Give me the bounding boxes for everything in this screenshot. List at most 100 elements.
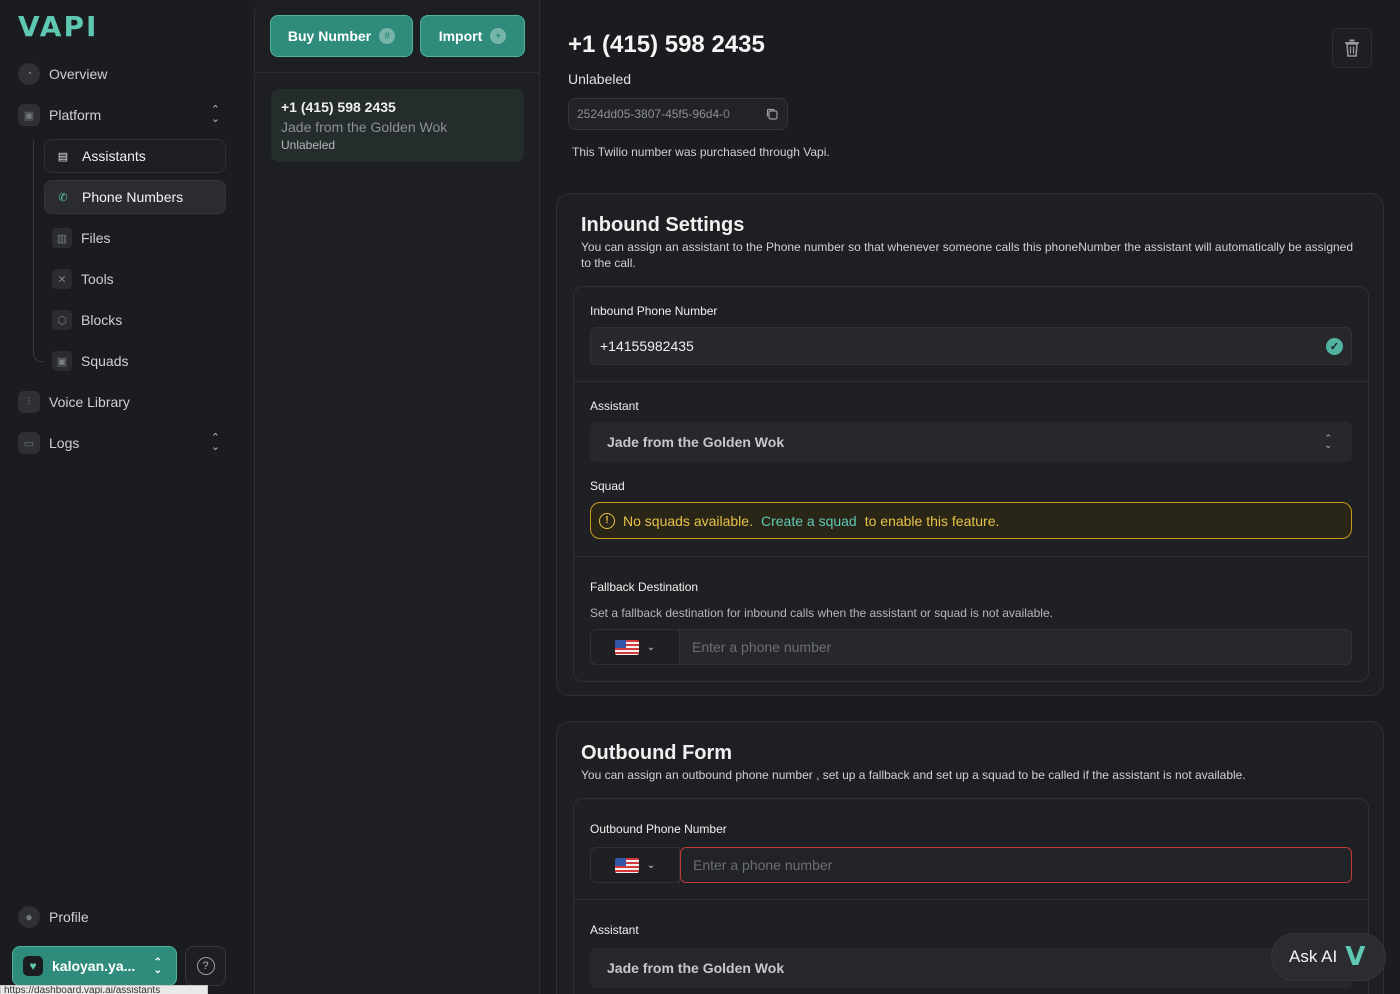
question-icon: ? xyxy=(196,957,215,975)
inbox-icon: ▭ xyxy=(18,432,40,454)
sidebar-item-label: Assistants xyxy=(82,148,146,164)
sidebar-item-label: Squads xyxy=(81,353,129,369)
card-assistant: Jade from the Golden Wok xyxy=(281,119,448,135)
outbound-description: You can assign an outbound phone number … xyxy=(581,768,1246,782)
warning-text-pre: No squads available. xyxy=(623,512,753,529)
nav-overview[interactable]: ◔ Overview xyxy=(18,59,228,89)
divider xyxy=(574,556,1368,557)
org-switcher-button[interactable]: ♥ kaloyan.ya... ⌃ ⌄ xyxy=(12,946,177,986)
outbound-phone-label: Outbound Phone Number xyxy=(590,822,727,836)
create-squad-link[interactable]: Create a squad xyxy=(761,513,857,529)
outbound-assistant-label: Assistant xyxy=(590,923,639,937)
outbound-phone-input: ⌄ Enter a phone number xyxy=(590,847,1352,883)
sidebar-item-tools[interactable]: ✕ Tools xyxy=(44,262,226,296)
profile-label: Profile xyxy=(49,909,89,925)
phone-icon: ✆ xyxy=(58,191,68,204)
chevron-up-down-icon: ⌃ ⌄ xyxy=(210,432,220,453)
id-fade xyxy=(719,99,759,129)
country-code-select[interactable]: ⌄ xyxy=(590,847,680,883)
ask-ai-button[interactable]: Ask AI V xyxy=(1271,933,1386,981)
phone-id: 2524dd05-3807-45f5-96d4-0 xyxy=(577,107,730,121)
sidebar-item-blocks[interactable]: ⬡ Blocks xyxy=(44,303,226,337)
number-label[interactable]: Unlabeled xyxy=(568,71,631,87)
trash-icon xyxy=(1345,39,1359,57)
app-root: VAPI ◔ Overview ▣ Platform ⌃ ⌄ ▤ Assistan… xyxy=(0,0,1400,994)
waveform-icon: ⫶ xyxy=(18,391,40,413)
divider xyxy=(574,899,1368,900)
phone-number-card[interactable]: +1 (415) 598 2435 Jade from the Golden W… xyxy=(271,89,524,162)
buy-number-button[interactable]: Buy Number # xyxy=(270,15,413,57)
tree-connector xyxy=(33,140,43,362)
sidebar-item-squads[interactable]: ▣ Squads xyxy=(44,344,226,378)
nav-logs[interactable]: ▭ Logs ⌃ ⌄ xyxy=(18,428,228,458)
cube-icon: ⬡ xyxy=(52,310,72,330)
chevron-up-down-icon: ⌃ ⌄ xyxy=(1324,433,1332,450)
user-icon: ● xyxy=(18,906,40,928)
inbound-assistant-select[interactable]: Jade from the Golden Wok ⌃ ⌄ xyxy=(590,422,1352,462)
fallback-number-field[interactable]: Enter a phone number xyxy=(680,629,1352,665)
squad-icon: ▣ xyxy=(52,351,72,371)
inbound-form: Inbound Phone Number +14155982435 ✓ Assi… xyxy=(573,286,1369,682)
help-button[interactable]: ? xyxy=(185,946,226,986)
vapi-logo[interactable]: VAPI xyxy=(18,10,98,43)
file-icon: ▥ xyxy=(52,228,72,248)
ask-ai-label: Ask AI xyxy=(1289,947,1338,966)
cpu-icon: ▣ xyxy=(18,104,40,126)
chevron-up-down-icon: ⌃ ⌄ xyxy=(153,957,162,976)
nav-voice-library-label: Voice Library xyxy=(49,394,130,410)
vapi-heart-icon: ♥ xyxy=(23,956,43,976)
chart-pie-icon: ◔ xyxy=(18,63,40,85)
delete-button[interactable] xyxy=(1332,28,1372,68)
sidebar: VAPI ◔ Overview ▣ Platform ⌃ ⌄ ▤ Assistan… xyxy=(0,0,254,994)
sidebar-item-label: Files xyxy=(81,230,111,246)
chevron-up-down-icon: ⌃ ⌄ xyxy=(210,104,220,125)
copy-icon[interactable] xyxy=(765,107,779,121)
import-button[interactable]: Import + xyxy=(420,15,525,57)
chevron-down-icon: ⌄ xyxy=(646,859,656,871)
nav-voice-library[interactable]: ⫶ Voice Library xyxy=(18,387,228,417)
outbound-number-field[interactable]: Enter a phone number xyxy=(680,847,1352,883)
country-code-select[interactable]: ⌄ xyxy=(590,629,680,665)
sidebar-item-assistants[interactable]: ▤ Assistants xyxy=(44,139,226,173)
check-circle-icon: ✓ xyxy=(1326,338,1343,355)
us-flag-icon xyxy=(614,857,639,873)
sidebar-item-label: Tools xyxy=(81,271,114,287)
outbound-form-section: Outbound Form You can assign an outbound… xyxy=(556,721,1384,994)
inbound-squad-label: Squad xyxy=(590,479,625,493)
sidebar-item-label: Phone Numbers xyxy=(82,189,184,205)
plus-icon: + xyxy=(490,28,507,44)
org-name: kaloyan.ya... xyxy=(52,958,136,974)
buy-number-label: Buy Number xyxy=(287,28,372,44)
us-flag-icon xyxy=(614,639,639,655)
hash-icon: # xyxy=(379,28,396,44)
chevron-down-icon: ⌄ xyxy=(646,641,656,653)
purchase-note: This Twilio number was purchased through… xyxy=(572,145,830,159)
inbound-assistant-label: Assistant xyxy=(590,399,639,413)
vapi-v-icon: V xyxy=(1345,942,1366,972)
sidebar-item-files[interactable]: ▥ Files xyxy=(44,221,226,255)
fallback-phone-input: ⌄ Enter a phone number xyxy=(590,629,1352,665)
inbound-phone-value: +14155982435 xyxy=(600,338,694,354)
phone-number-list-panel: Buy Number # Import + +1 (415) 598 2435 … xyxy=(254,0,540,994)
phone-id-chip[interactable]: 2524dd05-3807-45f5-96d4-0 xyxy=(568,98,788,130)
outbound-title: Outbound Form xyxy=(581,742,733,764)
card-number: +1 (415) 598 2435 xyxy=(281,99,396,115)
nav-overview-label: Overview xyxy=(49,66,108,82)
nav-profile[interactable]: ● Profile xyxy=(18,906,89,928)
outbound-assistant-select[interactable]: Jade from the Golden Wok xyxy=(590,948,1352,988)
sidebar-item-label: Blocks xyxy=(81,312,123,328)
inbound-phone-input[interactable]: +14155982435 ✓ xyxy=(590,327,1352,365)
user-card-icon: ▤ xyxy=(57,150,69,163)
outbound-form: Outbound Phone Number ⌄ Enter a phone nu… xyxy=(573,798,1369,994)
inbound-settings-section: Inbound Settings You can assign an assis… xyxy=(556,193,1384,696)
no-squads-warning: ! No squads available. Create a squad to… xyxy=(590,502,1352,539)
alert-circle-icon: ! xyxy=(599,512,615,529)
phone-number-detail: +1 (415) 598 2435 Unlabeled 2524dd05-380… xyxy=(540,0,1400,994)
inbound-assistant-value: Jade from the Golden Wok xyxy=(607,434,785,450)
warning-text-post: to enable this feature. xyxy=(864,512,1000,529)
sidebar-item-phone-numbers[interactable]: ✆ Phone Numbers xyxy=(44,180,226,214)
import-label: Import xyxy=(438,28,483,44)
nav-platform[interactable]: ▣ Platform ⌃ ⌄ xyxy=(18,100,228,130)
nav-logs-label: Logs xyxy=(49,435,80,451)
tools-icon: ✕ xyxy=(52,269,72,289)
